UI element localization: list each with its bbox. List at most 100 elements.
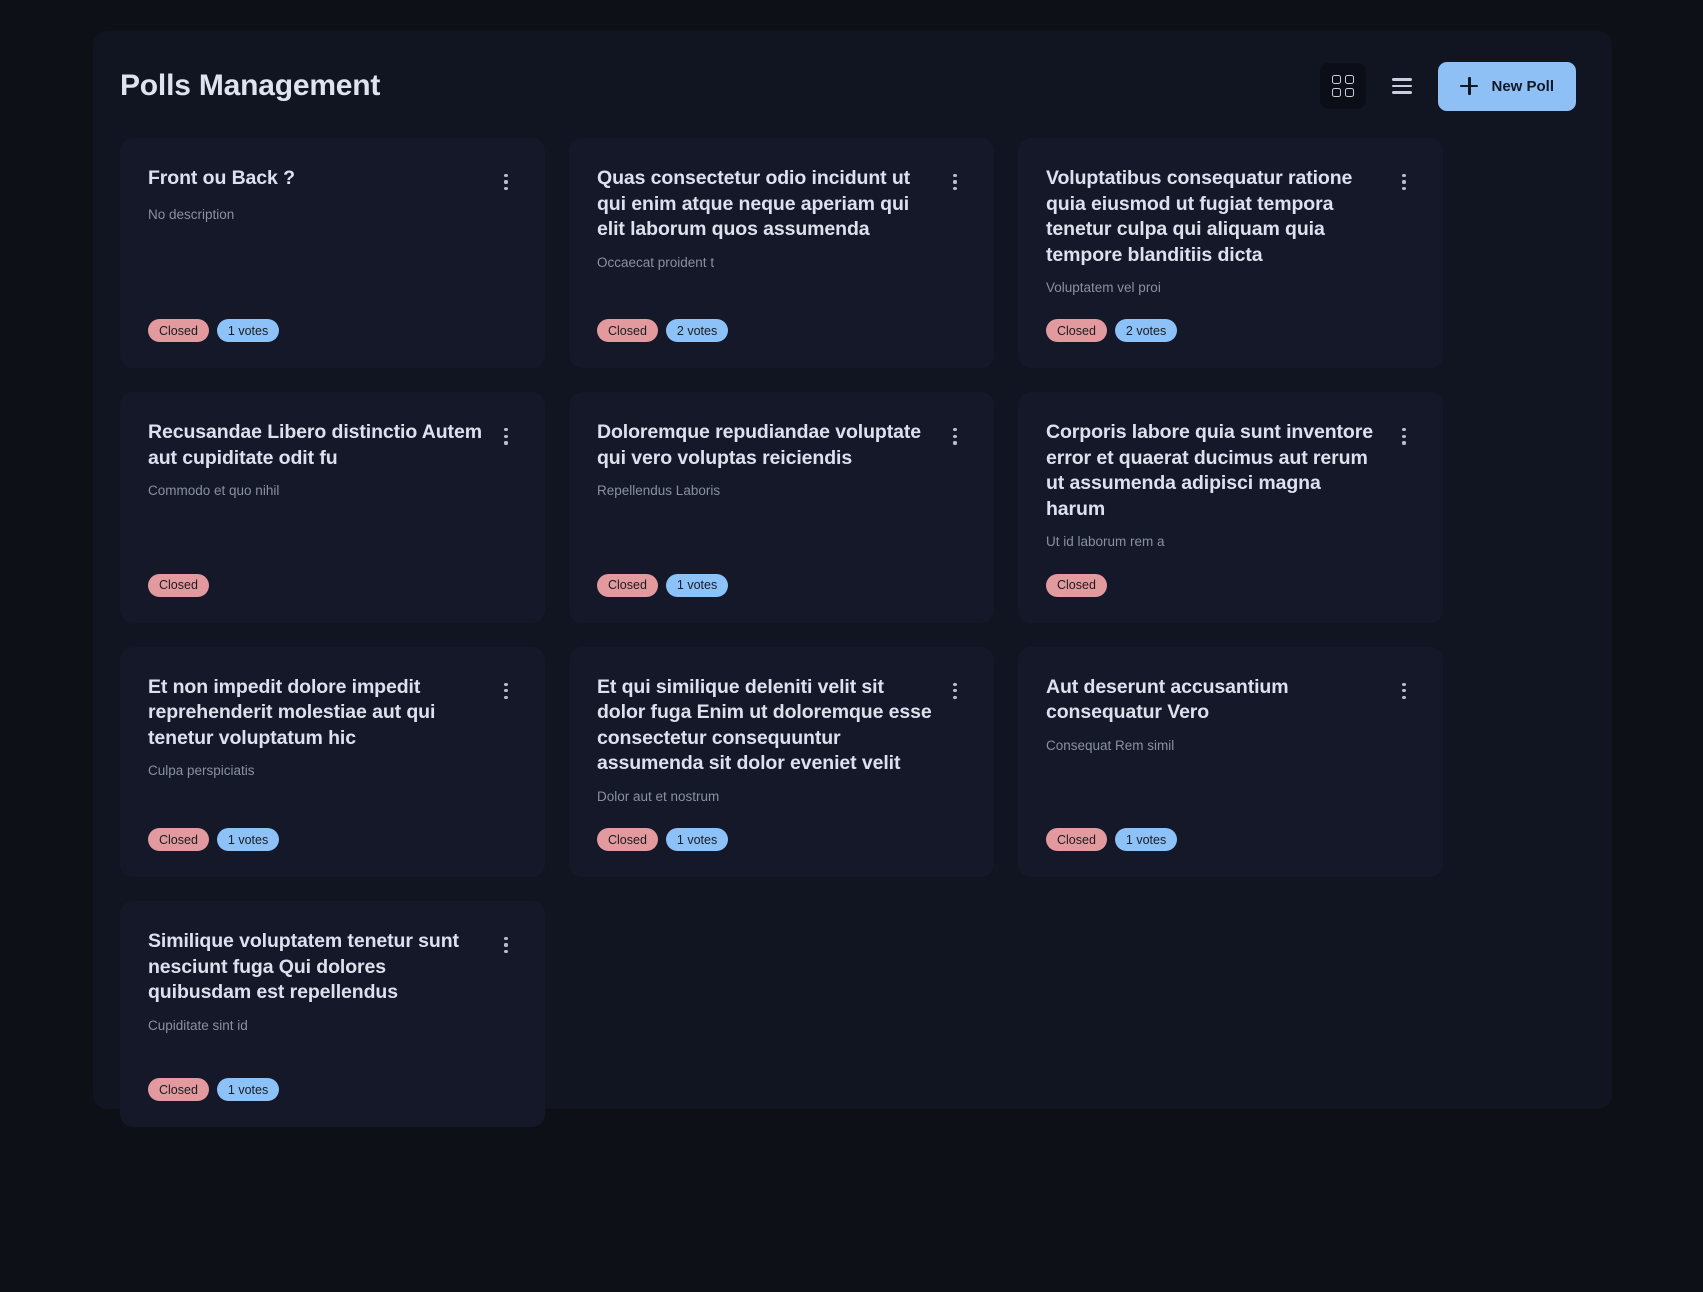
poll-description: Voluptatem vel proi [1046,279,1415,297]
polls-grid: Front ou Back ? No description Closed 1 vot… [120,138,1585,1127]
poll-description: Consequat Rem simil [1046,737,1415,755]
card-spacer [1046,297,1415,319]
kebab-menu-icon[interactable] [495,678,517,704]
poll-title: Voluptatibus consequatur ratione quia ei… [1046,166,1383,268]
status-badge: Closed [597,828,658,851]
poll-card[interactable]: Similique voluptatem tenetur sunt nesciu… [120,901,545,1127]
poll-card[interactable]: Quas consectetur odio incidunt ut qui en… [569,138,994,368]
votes-badge: 1 votes [1115,828,1177,851]
poll-card[interactable]: Et qui similique deleniti velit sit dolo… [569,647,994,877]
poll-title: Corporis labore quia sunt inventore erro… [1046,420,1383,522]
poll-description: No description [148,206,517,224]
card-spacer [148,781,517,829]
poll-description: Commodo et quo nihil [148,482,517,500]
kebab-menu-icon[interactable] [944,169,966,195]
poll-card-header: Quas consectetur odio incidunt ut qui en… [597,166,966,243]
votes-badge: 1 votes [666,828,728,851]
card-spacer [148,1035,517,1078]
card-spacer [148,224,517,319]
poll-card-header: Aut deserunt accusantium consequatur Ver… [1046,675,1415,726]
poll-description: Cupiditate sint id [148,1017,517,1035]
card-spacer [148,501,517,574]
poll-badges: Closed [148,574,517,597]
plus-icon [1460,77,1478,95]
card-spacer [1046,552,1415,574]
poll-badges: Closed 2 votes [1046,319,1415,342]
status-badge: Closed [148,574,209,597]
kebab-menu-icon[interactable] [944,678,966,704]
poll-badges: Closed 1 votes [148,319,517,342]
page-panel: Polls Management New Poll Fron [93,31,1612,1109]
kebab-menu-icon[interactable] [944,423,966,449]
poll-card-header: Et non impedit dolore impedit reprehende… [148,675,517,752]
votes-badge: 1 votes [217,1078,279,1101]
poll-badges: Closed 1 votes [597,828,966,851]
new-poll-label: New Poll [1491,78,1554,95]
poll-card-header: Similique voluptatem tenetur sunt nesciu… [148,929,517,1006]
poll-title: Recusandae Libero distinctio Autem aut c… [148,420,485,471]
kebab-menu-icon[interactable] [495,169,517,195]
card-spacer [1046,755,1415,828]
grid-icon [1332,75,1354,97]
status-badge: Closed [148,319,209,342]
poll-description: Occaecat proident t [597,254,966,272]
poll-badges: Closed [1046,574,1415,597]
card-spacer [597,272,966,320]
status-badge: Closed [1046,828,1107,851]
poll-card-header: Front ou Back ? [148,166,517,195]
page-header: Polls Management New Poll [93,31,1612,141]
votes-badge: 2 votes [666,319,728,342]
votes-badge: 1 votes [217,828,279,851]
poll-card[interactable]: Voluptatibus consequatur ratione quia ei… [1018,138,1443,368]
status-badge: Closed [597,574,658,597]
poll-card[interactable]: Doloremque repudiandae voluptate qui ver… [569,392,994,622]
list-icon [1392,78,1412,93]
poll-title: Et non impedit dolore impedit reprehende… [148,675,485,752]
poll-description: Repellendus Laboris [597,482,966,500]
poll-card[interactable]: Aut deserunt accusantium consequatur Ver… [1018,647,1443,877]
poll-description: Ut id laborum rem a [1046,533,1415,551]
poll-title: Front ou Back ? [148,166,485,192]
card-spacer [597,806,966,828]
list-view-toggle[interactable] [1379,63,1425,109]
grid-view-toggle[interactable] [1320,63,1366,109]
status-badge: Closed [148,828,209,851]
kebab-menu-icon[interactable] [1393,678,1415,704]
status-badge: Closed [1046,319,1107,342]
page-title: Polls Management [120,69,380,103]
kebab-menu-icon[interactable] [1393,423,1415,449]
status-badge: Closed [1046,574,1107,597]
status-badge: Closed [597,319,658,342]
votes-badge: 1 votes [666,574,728,597]
poll-badges: Closed 2 votes [597,319,966,342]
header-actions: New Poll [1320,62,1576,111]
kebab-menu-icon[interactable] [495,423,517,449]
poll-card[interactable]: Corporis labore quia sunt inventore erro… [1018,392,1443,622]
poll-card-header: Doloremque repudiandae voluptate qui ver… [597,420,966,471]
poll-title: Aut deserunt accusantium consequatur Ver… [1046,675,1383,726]
poll-card[interactable]: Et non impedit dolore impedit reprehende… [120,647,545,877]
votes-badge: 2 votes [1115,319,1177,342]
polls-management-page: Polls Management New Poll Fron [0,0,1703,1292]
poll-badges: Closed 1 votes [148,828,517,851]
card-spacer [597,501,966,574]
votes-badge: 1 votes [217,319,279,342]
poll-card-header: Recusandae Libero distinctio Autem aut c… [148,420,517,471]
poll-title: Et qui similique deleniti velit sit dolo… [597,675,934,777]
poll-card[interactable]: Recusandae Libero distinctio Autem aut c… [120,392,545,622]
poll-title: Doloremque repudiandae voluptate qui ver… [597,420,934,471]
new-poll-button[interactable]: New Poll [1438,62,1576,111]
poll-badges: Closed 1 votes [597,574,966,597]
poll-description: Dolor aut et nostrum [597,788,966,806]
poll-title: Similique voluptatem tenetur sunt nesciu… [148,929,485,1006]
poll-badges: Closed 1 votes [1046,828,1415,851]
poll-badges: Closed1 votes [148,1078,517,1101]
kebab-menu-icon[interactable] [495,932,517,958]
poll-title: Quas consectetur odio incidunt ut qui en… [597,166,934,243]
poll-card-header: Et qui similique deleniti velit sit dolo… [597,675,966,777]
poll-card-header: Corporis labore quia sunt inventore erro… [1046,420,1415,522]
poll-card[interactable]: Front ou Back ? No description Closed 1 vot… [120,138,545,368]
poll-card-header: Voluptatibus consequatur ratione quia ei… [1046,166,1415,268]
poll-description: Culpa perspiciatis [148,762,517,780]
kebab-menu-icon[interactable] [1393,169,1415,195]
